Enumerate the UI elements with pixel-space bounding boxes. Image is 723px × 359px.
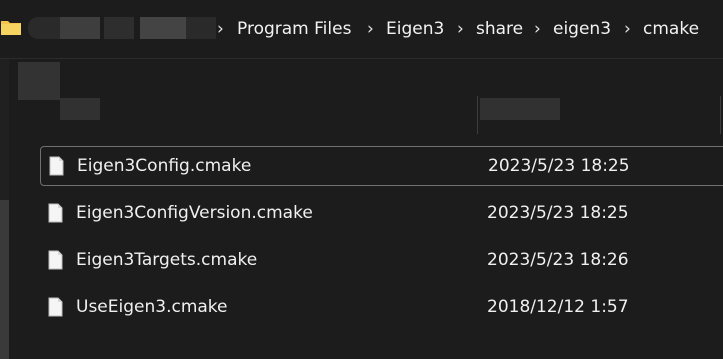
document-icon <box>48 203 63 223</box>
chevron-right-icon: › <box>624 19 631 39</box>
breadcrumb-item-eigen3-lower[interactable]: eigen3 <box>553 16 611 42</box>
file-modified-date: 2023/5/23 18:26 <box>487 250 629 270</box>
file-row[interactable]: Eigen3Targets.cmake 2023/5/23 18:26 <box>40 241 723 279</box>
file-name: Eigen3Config.cmake <box>77 156 252 176</box>
chevron-right-icon: › <box>367 19 374 39</box>
blurred-path-segment <box>104 17 134 39</box>
blurred-path-segment <box>186 17 216 39</box>
document-icon <box>49 156 64 176</box>
breadcrumb-item-share[interactable]: share <box>476 16 523 42</box>
breadcrumb-item-cmake[interactable]: cmake <box>643 16 699 42</box>
chevron-right-icon: › <box>534 19 541 39</box>
file-row[interactable]: Eigen3Config.cmake 2023/5/23 18:25 <box>40 146 723 186</box>
blurred-path-segment <box>60 17 100 39</box>
file-modified-date: 2023/5/23 18:25 <box>488 156 630 176</box>
file-modified-date: 2023/5/23 18:25 <box>487 203 629 223</box>
file-name: Eigen3Targets.cmake <box>76 250 258 270</box>
document-icon <box>48 250 63 270</box>
file-row[interactable]: Eigen3ConfigVersion.cmake 2023/5/23 18:2… <box>40 194 723 232</box>
file-name: Eigen3ConfigVersion.cmake <box>76 203 313 223</box>
document-icon <box>48 297 63 317</box>
blurred-element <box>18 62 60 100</box>
breadcrumb-item-program-files[interactable]: Program Files <box>237 16 351 42</box>
address-bar[interactable]: › Program Files › Eigen3 › share › eigen… <box>0 0 723 58</box>
column-separator[interactable] <box>720 96 721 134</box>
column-separator[interactable] <box>477 96 478 134</box>
folder-icon <box>0 18 22 36</box>
toolbar-divider <box>0 58 723 59</box>
file-name: UseEigen3.cmake <box>76 297 228 317</box>
file-row[interactable]: UseEigen3.cmake 2018/12/12 1:57 <box>40 288 723 326</box>
chevron-right-icon: › <box>217 19 224 39</box>
navigation-pane-scroll[interactable] <box>0 200 9 359</box>
column-header-date[interactable] <box>480 98 560 120</box>
breadcrumb-item-eigen3[interactable]: Eigen3 <box>386 16 444 42</box>
column-header-name[interactable] <box>60 98 100 120</box>
file-modified-date: 2018/12/12 1:57 <box>487 297 629 317</box>
chevron-right-icon: › <box>457 19 464 39</box>
blurred-path-segment <box>140 17 186 39</box>
